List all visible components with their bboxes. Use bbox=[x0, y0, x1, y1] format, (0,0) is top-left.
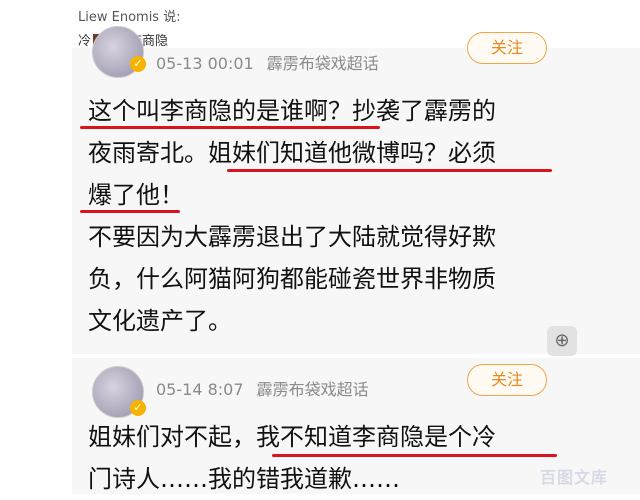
post-body: 姐妹们对不起，我不知道李商隐是个冷 门诗人……我的错我道歉…… bbox=[88, 416, 588, 500]
underline-mark bbox=[80, 210, 180, 213]
follow-button[interactable]: 关注 bbox=[467, 364, 547, 396]
post-line: 姐妹们对不起，我不知道李商隐是个冷 bbox=[88, 423, 496, 451]
post-time: 05-13 00:01 bbox=[156, 54, 254, 73]
post-time: 05-14 8:07 bbox=[156, 380, 244, 399]
post-meta: 05-14 8:07 霹雳布袋戏超话 bbox=[156, 376, 369, 400]
post-card-1: ✓ 05-13 00:01 霹雳布袋戏超话 关注 这个叫李商隐的是谁啊？抄袭了霹… bbox=[72, 26, 640, 356]
verified-badge-icon: ✓ bbox=[130, 56, 146, 72]
post-line: 负，什么阿猫阿狗都能碰瓷世界非物质 bbox=[88, 265, 496, 293]
post-line: 不要因为大霹雳退出了大陆就觉得好欺 bbox=[88, 223, 496, 251]
follow-button[interactable]: 关注 bbox=[467, 32, 547, 64]
verified-badge-icon: ✓ bbox=[130, 400, 146, 416]
zoom-in-icon[interactable]: ⊕ bbox=[547, 326, 577, 356]
quote-line-prefix: 冷 bbox=[78, 34, 92, 49]
post-source[interactable]: 霹雳布袋戏超话 bbox=[257, 380, 369, 399]
post-meta: 05-13 00:01 霹雳布袋戏超话 bbox=[156, 50, 379, 74]
underline-mark bbox=[272, 454, 557, 457]
watermark: 百图文库 bbox=[540, 468, 609, 487]
quote-author[interactable]: Liew Enomis 说: bbox=[78, 6, 181, 25]
post-line: 文化遗产了。 bbox=[88, 307, 232, 335]
post-source[interactable]: 霹雳布袋戏超话 bbox=[267, 54, 379, 73]
underline-mark bbox=[227, 169, 552, 172]
underline-mark bbox=[80, 126, 380, 129]
post-line: 夜雨寄北。姐妹们知道他微博吗？必须 bbox=[88, 139, 496, 167]
